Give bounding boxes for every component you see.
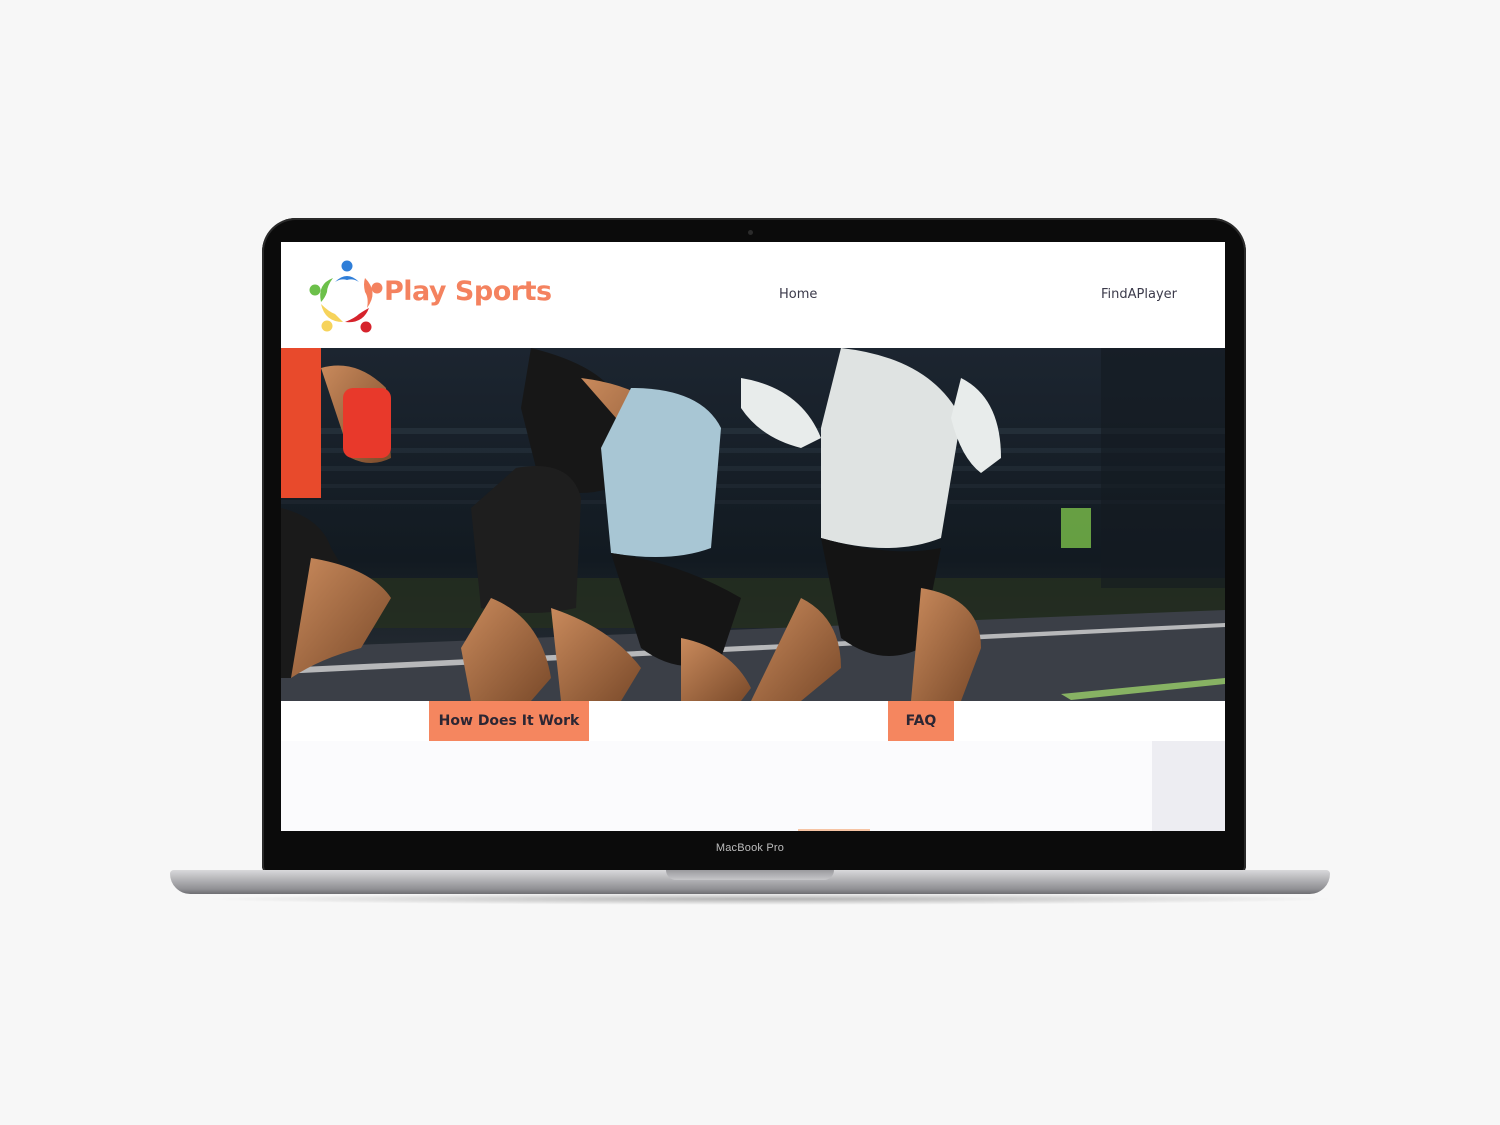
camera-icon (748, 230, 753, 235)
section-accent-bar (798, 829, 870, 831)
site-header: Play Sports Home FindAPlayer (281, 242, 1225, 348)
hero-image (281, 348, 1225, 701)
people-circle-logo-icon[interactable] (307, 258, 387, 334)
sprinters-running-photo (281, 348, 1225, 701)
browser-screen: Play Sports Home FindAPlayer How Does It… (281, 242, 1225, 831)
side-panel-block (1152, 741, 1225, 831)
faq-button[interactable]: FAQ (888, 701, 954, 741)
laptop-shadow (200, 893, 1340, 905)
how-does-it-work-button[interactable]: How Does It Work (429, 701, 589, 741)
brand-name[interactable]: Play Sports (384, 276, 552, 307)
mockup-stage: Play Sports Home FindAPlayer How Does It… (0, 0, 1500, 1125)
device-model-label: MacBook Pro (715, 842, 785, 854)
nav-home-link[interactable]: Home (779, 287, 817, 302)
laptop-hinge-notch (666, 870, 834, 880)
nav-findaplayer-link[interactable]: FindAPlayer (1101, 287, 1177, 302)
content-section (281, 741, 1225, 831)
